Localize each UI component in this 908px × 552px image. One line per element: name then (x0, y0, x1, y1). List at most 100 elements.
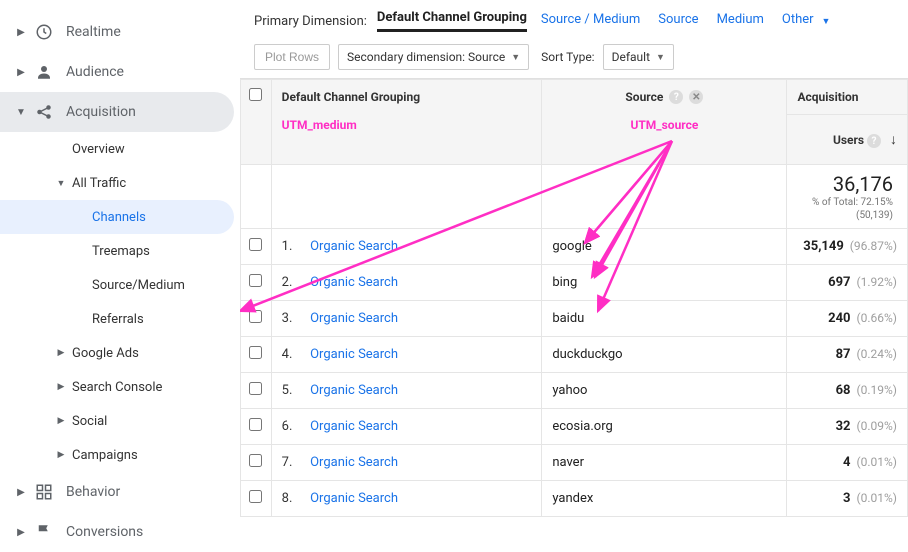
header-channel[interactable]: Default Channel Grouping UTM_medium (271, 80, 542, 165)
summary-users: 36,176 (801, 172, 893, 196)
summary-row: 36,176 % of Total: 72.15% (50,139) (241, 165, 908, 229)
nav-label: Treemaps (92, 244, 150, 259)
row-index: 1. (282, 239, 304, 254)
nav-label: Overview (72, 142, 125, 157)
subsubnav-treemaps[interactable]: Treemaps (0, 234, 240, 268)
users-percent: (96.87%) (850, 239, 897, 253)
header-users[interactable]: Users ? ↓ (787, 115, 908, 165)
channel-link[interactable]: Organic Search (310, 347, 398, 362)
chevron-down-icon: ▼ (54, 178, 68, 189)
row-checkbox[interactable] (249, 418, 262, 431)
sort-type-value: Default (612, 50, 650, 64)
subnav-search-console[interactable]: ▶ Search Console (0, 370, 240, 404)
users-value: 87 (836, 347, 851, 362)
row-checkbox[interactable] (249, 310, 262, 323)
channel-link[interactable]: Organic Search (310, 419, 398, 434)
channel-link[interactable]: Organic Search (310, 311, 398, 326)
table-row: 3. Organic Searchbaidu240(0.66%) (241, 301, 908, 337)
table-row: 6. Organic Searchecosia.org32(0.09%) (241, 409, 908, 445)
flag-icon (34, 522, 54, 542)
nav-label: Campaigns (72, 448, 138, 463)
chevron-right-icon: ▶ (14, 527, 28, 538)
nav-label: Audience (66, 64, 124, 80)
nav-behavior[interactable]: ▶ Behavior (0, 472, 240, 512)
sort-type-select[interactable]: Default ▼ (603, 44, 674, 70)
row-index: 4. (282, 347, 304, 362)
dimension-option-other[interactable]: Other (782, 12, 814, 31)
nav-label: Social (72, 414, 107, 429)
chevron-right-icon: ▶ (14, 487, 28, 498)
channel-link[interactable]: Organic Search (310, 491, 398, 506)
annotation-utm-source: UTM_source (552, 118, 776, 132)
subnav-social[interactable]: ▶ Social (0, 404, 240, 438)
users-percent: (0.01%) (857, 491, 897, 505)
row-index: 2. (282, 275, 304, 290)
row-checkbox[interactable] (249, 238, 262, 251)
users-value: 697 (828, 275, 850, 290)
nav-label: Referrals (92, 312, 144, 327)
source-value: google (552, 239, 591, 254)
subnav-overview[interactable]: Overview (0, 132, 240, 166)
chevron-right-icon: ▶ (14, 27, 28, 38)
share-icon (34, 102, 54, 122)
source-value: bing (552, 275, 577, 290)
users-value: 35,149 (803, 239, 844, 254)
summary-users-pct: % of Total: 72.15% (801, 196, 893, 209)
table-row: 8. Organic Searchyandex3(0.01%) (241, 481, 908, 517)
row-checkbox[interactable] (249, 490, 262, 503)
row-checkbox[interactable] (249, 454, 262, 467)
chevron-right-icon: ▶ (54, 382, 68, 392)
channel-link[interactable]: Organic Search (310, 455, 398, 470)
sort-type-label: Sort Type: (541, 50, 594, 64)
users-value: 32 (836, 419, 851, 434)
dimension-option-source-medium[interactable]: Source / Medium (541, 12, 640, 31)
users-percent: (0.09%) (857, 419, 897, 433)
row-index: 5. (282, 383, 304, 398)
select-all-checkbox[interactable] (249, 88, 262, 101)
subnav-all-traffic[interactable]: ▼ All Traffic (0, 166, 240, 200)
source-value: yandex (552, 491, 593, 506)
source-value: duckduckgo (552, 347, 622, 362)
subnav-campaigns[interactable]: ▶ Campaigns (0, 438, 240, 472)
channel-link[interactable]: Organic Search (310, 383, 398, 398)
nav-audience[interactable]: ▶ Audience (0, 52, 240, 92)
header-channel-label: Default Channel Grouping (282, 90, 420, 104)
subsubnav-referrals[interactable]: Referrals (0, 302, 240, 336)
table-row: 4. Organic Searchduckduckgo87(0.24%) (241, 337, 908, 373)
chevron-right-icon: ▶ (54, 348, 68, 358)
subsubnav-channels[interactable]: Channels (0, 200, 234, 234)
source-value: yahoo (552, 383, 587, 398)
row-index: 6. (282, 419, 304, 434)
nav-conversions[interactable]: ▶ Conversions (0, 512, 240, 552)
subnav-google-ads[interactable]: ▶ Google Ads (0, 336, 240, 370)
dimension-option-medium[interactable]: Medium (717, 12, 764, 31)
header-source[interactable]: Source ? ✕ UTM_source (542, 80, 787, 165)
close-icon[interactable]: ✕ (689, 90, 703, 104)
nav-acquisition[interactable]: ▼ Acquisition (0, 92, 234, 132)
chevron-down-icon: ▼ (822, 16, 831, 27)
dimension-label: Primary Dimension: (254, 14, 367, 29)
nav-realtime[interactable]: ▶ Realtime (0, 12, 240, 52)
row-index: 7. (282, 455, 304, 470)
row-checkbox[interactable] (249, 274, 262, 287)
secondary-dimension-label: Secondary dimension: Source (347, 50, 505, 64)
channel-link[interactable]: Organic Search (310, 239, 398, 254)
dimension-selected[interactable]: Default Channel Grouping (377, 10, 527, 32)
dimension-option-source[interactable]: Source (658, 12, 698, 31)
row-checkbox[interactable] (249, 346, 262, 359)
row-checkbox[interactable] (249, 382, 262, 395)
chevron-down-icon: ▼ (511, 52, 520, 63)
data-table-wrap: Default Channel Grouping UTM_medium Sour… (240, 78, 908, 517)
users-percent: (0.19%) (857, 383, 897, 397)
sidebar: ▶ Realtime ▶ Audience ▼ Acquisition Over… (0, 0, 240, 521)
header-users-label: Users (833, 133, 864, 147)
channel-link[interactable]: Organic Search (310, 275, 398, 290)
plot-rows-button[interactable]: Plot Rows (254, 44, 330, 70)
subsubnav-source-medium[interactable]: Source/Medium (0, 268, 240, 302)
table-row: 2. Organic Searchbing697(1.92%) (241, 265, 908, 301)
nav-label: Search Console (72, 380, 162, 395)
secondary-dimension-select[interactable]: Secondary dimension: Source ▼ (338, 44, 529, 70)
nav-label: Channels (92, 210, 146, 225)
person-icon (34, 62, 54, 82)
chevron-right-icon: ▶ (54, 416, 68, 426)
